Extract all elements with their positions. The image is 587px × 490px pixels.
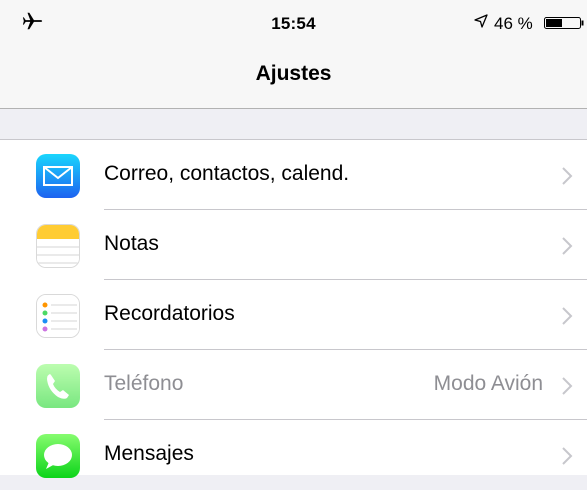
settings-row-label: Mensajes <box>104 442 194 465</box>
location-arrow-icon <box>474 14 488 28</box>
messages-icon <box>36 434 80 478</box>
chevron-right-icon <box>562 237 573 255</box>
settings-row-detail: Modo Avión <box>433 372 543 395</box>
settings-row-label: Recordatorios <box>104 302 235 325</box>
settings-row-notes[interactable]: Notas <box>0 210 587 280</box>
battery-percentage: 46 % <box>494 14 533 33</box>
navigation-bar: 15:54 46 % Ajustes <box>0 0 587 109</box>
settings-list: Correo, contactos, calend. Notas Recorda… <box>0 140 587 478</box>
page-title: Ajustes <box>255 62 332 85</box>
reminders-icon <box>36 294 80 338</box>
mail-icon <box>36 154 80 198</box>
settings-row-phone[interactable]: Teléfono Modo Avión <box>0 350 587 420</box>
chevron-right-icon <box>562 377 573 395</box>
settings-row-label: Correo, contactos, calend. <box>104 162 350 185</box>
settings-row-reminders[interactable]: Recordatorios <box>0 280 587 350</box>
settings-row-label: Notas <box>104 232 159 255</box>
notes-icon <box>36 224 80 268</box>
settings-row-label: Teléfono <box>104 372 184 395</box>
battery-icon <box>544 17 584 29</box>
chevron-right-icon <box>562 307 573 325</box>
section-spacer <box>0 109 587 140</box>
settings-row-mail[interactable]: Correo, contactos, calend. <box>0 140 587 210</box>
status-bar: 15:54 46 % <box>0 0 587 46</box>
chevron-right-icon <box>562 447 573 465</box>
phone-icon <box>36 364 80 408</box>
settings-row-messages[interactable]: Mensajes <box>0 420 587 490</box>
chevron-right-icon <box>562 167 573 185</box>
